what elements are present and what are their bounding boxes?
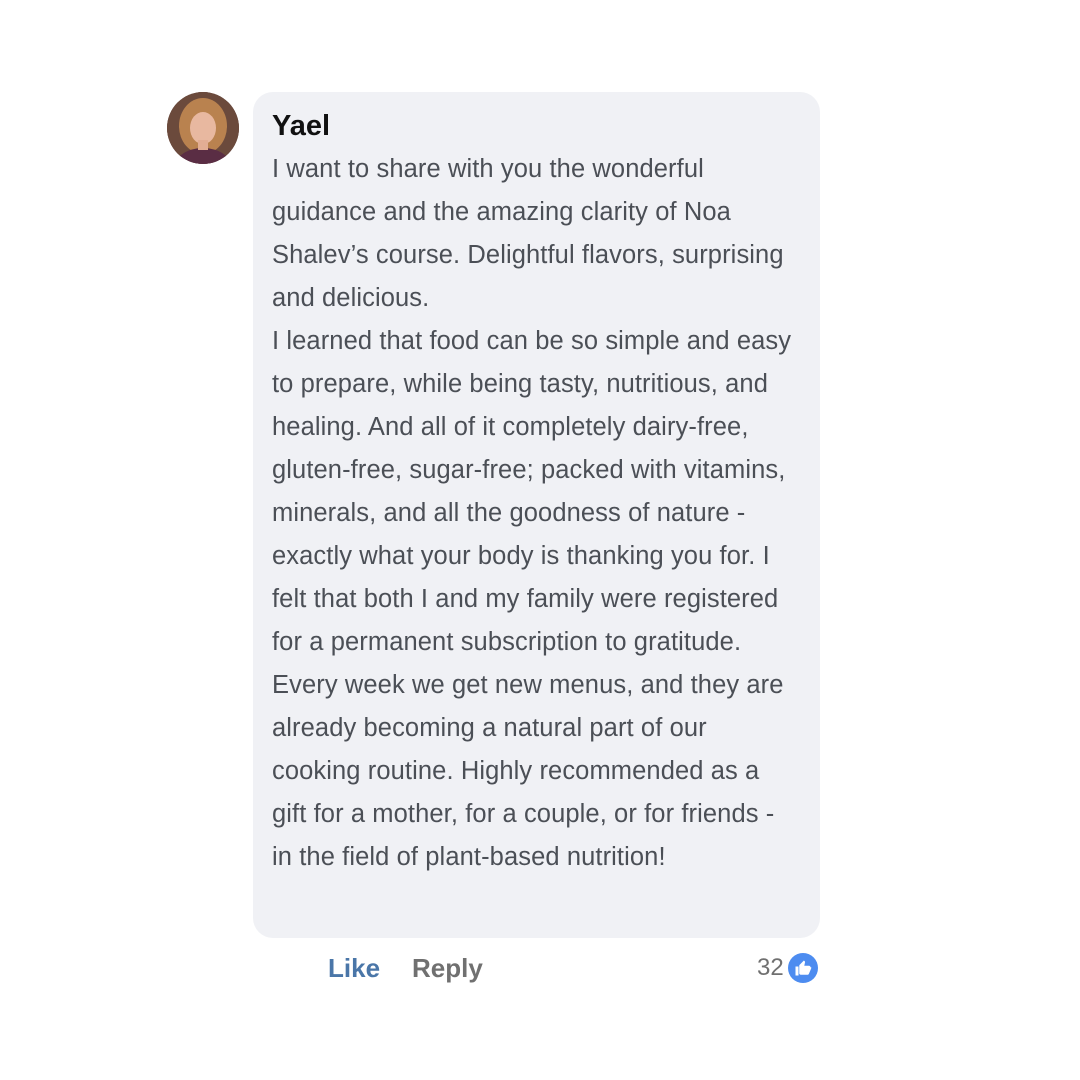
avatar[interactable] bbox=[167, 92, 239, 164]
comment-text: I want to share with you the wonderful g… bbox=[272, 148, 800, 879]
like-button[interactable]: Like bbox=[328, 953, 380, 984]
reaction-count: 32 bbox=[757, 954, 784, 981]
comment-bubble: Yael I want to share with you the wonder… bbox=[253, 92, 820, 938]
comment-paragraph: I learned that food can be so simple and… bbox=[272, 327, 792, 871]
thumbs-up-icon bbox=[787, 953, 818, 983]
comment-paragraph: I want to share with you the wonderful g… bbox=[272, 155, 784, 312]
reply-button[interactable]: Reply bbox=[412, 953, 483, 984]
avatar-photo bbox=[167, 92, 239, 164]
comment-actions: Like Reply bbox=[328, 950, 483, 986]
comment-author[interactable]: Yael bbox=[272, 108, 800, 144]
comment-page: Yael I want to share with you the wonder… bbox=[0, 0, 1080, 1080]
reaction-summary[interactable]: 32 bbox=[757, 952, 818, 984]
